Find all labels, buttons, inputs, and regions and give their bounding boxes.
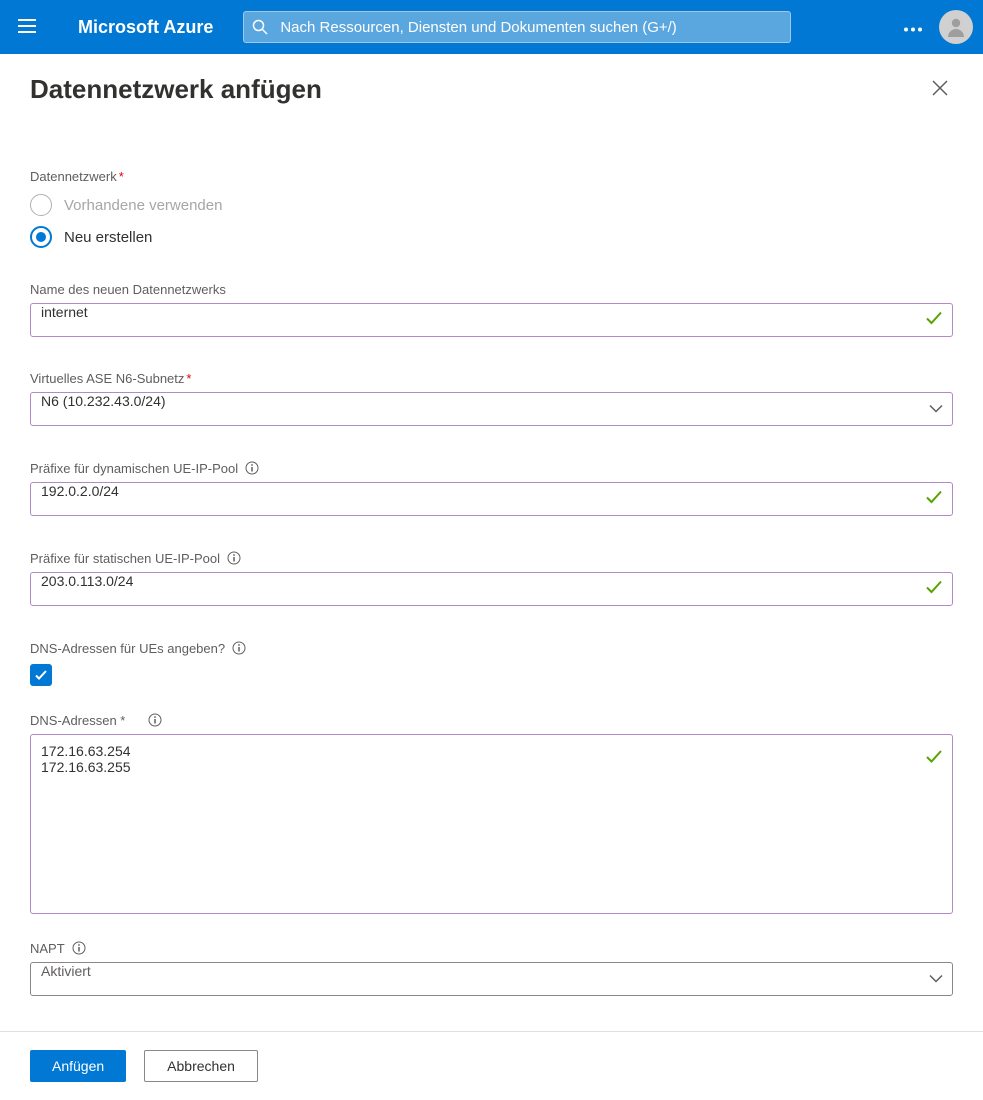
close-icon[interactable]	[927, 75, 953, 104]
dyn-prefix-input[interactable]: 192.0.2.0/24	[30, 482, 953, 516]
name-label: Name des neuen Datennetzwerks	[30, 282, 953, 297]
page-title: Datennetzwerk anfügen	[30, 74, 927, 105]
search-placeholder: Nach Ressourcen, Diensten und Dokumenten…	[280, 19, 676, 36]
cancel-button[interactable]: Abbrechen	[144, 1050, 258, 1082]
top-header: Microsoft Azure Nach Ressourcen, Dienste…	[0, 0, 983, 54]
chevron-down-icon	[929, 402, 943, 417]
napt-label: NAPT	[30, 940, 953, 956]
brand-label[interactable]: Microsoft Azure	[78, 17, 213, 38]
person-icon	[944, 15, 968, 39]
hamburger-icon[interactable]	[12, 13, 42, 42]
chevron-down-icon	[929, 972, 943, 987]
dns-addresses-textarea[interactable]: 172.16.63.254 172.16.63.255	[30, 734, 953, 914]
dns-toggle-label: DNS-Adressen für UEs angeben?	[30, 640, 953, 656]
stat-prefix-input[interactable]: 203.0.113.0/24	[30, 572, 953, 606]
radio-existing-label: Vorhandene verwenden	[64, 197, 222, 214]
radio-new[interactable]: Neu erstellen	[30, 226, 953, 248]
avatar[interactable]	[939, 10, 973, 44]
info-icon[interactable]	[147, 712, 163, 728]
info-icon[interactable]	[71, 940, 87, 956]
checkmark-icon	[34, 668, 48, 682]
info-icon[interactable]	[244, 460, 260, 476]
radio-new-label: Neu erstellen	[64, 229, 152, 246]
info-icon[interactable]	[226, 550, 242, 566]
global-search[interactable]: Nach Ressourcen, Diensten und Dokumenten…	[243, 11, 791, 43]
search-icon	[252, 19, 268, 35]
radio-icon	[30, 194, 52, 216]
radio-existing[interactable]: Vorhandene verwenden	[30, 194, 953, 216]
checkmark-icon	[925, 310, 943, 331]
checkmark-icon	[925, 579, 943, 600]
subnet-select[interactable]: N6 (10.232.43.0/24)	[30, 392, 953, 426]
footer: Anfügen Abbrechen	[0, 1031, 983, 1100]
stat-prefix-label: Präfixe für statischen UE-IP-Pool	[30, 550, 953, 566]
dyn-prefix-label: Präfixe für dynamischen UE-IP-Pool	[30, 460, 953, 476]
checkmark-icon	[925, 748, 943, 769]
datennetzwerk-label: Datennetzwerk*	[30, 169, 953, 184]
name-input[interactable]: internet	[30, 303, 953, 337]
napt-select[interactable]: Aktiviert	[30, 962, 953, 996]
checkmark-icon	[925, 489, 943, 510]
subnet-label: Virtuelles ASE N6-Subnetz*	[30, 371, 953, 386]
more-icon[interactable]	[897, 14, 929, 41]
page-content: Datennetzwerk anfügen Datennetzwerk* Vor…	[0, 54, 983, 1031]
radio-icon	[30, 226, 52, 248]
info-icon[interactable]	[231, 640, 247, 656]
dns-toggle-checkbox[interactable]	[30, 664, 52, 686]
attach-button[interactable]: Anfügen	[30, 1050, 126, 1082]
dns-addresses-label: DNS-Adressen *	[30, 712, 953, 728]
